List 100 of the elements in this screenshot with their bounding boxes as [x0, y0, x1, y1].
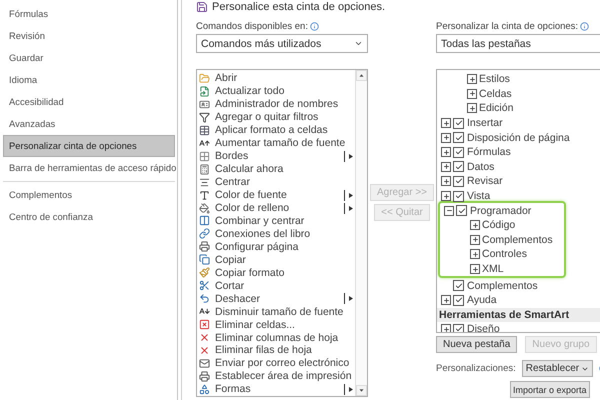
tree-item[interactable]: Datos [467, 160, 494, 173]
sidebar-item[interactable]: Accesibilidad [3, 91, 175, 113]
tree-item[interactable]: Estilos [479, 73, 510, 86]
import-export-button[interactable]: Importar o exporta [510, 381, 590, 398]
expand-icon[interactable] [441, 132, 451, 143]
sidebar-item[interactable]: Complementos [3, 184, 175, 206]
checkbox[interactable] [456, 205, 467, 216]
command-item[interactable]: Agregar o quitar filtros [215, 111, 355, 124]
sidebar-item[interactable]: Guardar [3, 47, 175, 69]
command-item[interactable]: Establecer área de impresión [215, 370, 355, 382]
command-item[interactable]: Copiar [215, 254, 355, 266]
command-item[interactable]: Combinar y centrar [215, 214, 355, 227]
command-item[interactable]: Configurar página [215, 240, 355, 253]
command-item[interactable]: Calcular ahora [215, 163, 355, 176]
tree-button[interactable]: Nueva pestaña [436, 336, 518, 353]
checkbox[interactable] [453, 118, 464, 129]
expand-icon[interactable] [467, 88, 477, 99]
expand-icon[interactable] [441, 118, 451, 128]
command-item[interactable]: Conexiones del libro [215, 228, 355, 240]
sidebar-item[interactable]: Barra de herramientas de acceso rápido [3, 157, 175, 179]
tree-item[interactable]: Revisar [467, 175, 503, 188]
expand-icon[interactable] [441, 176, 451, 186]
command-item[interactable]: Deshacer [215, 292, 339, 305]
tree-item[interactable]: Fórmulas [467, 146, 511, 158]
tree-item[interactable]: Disposición de página [467, 132, 570, 144]
caret-icon [354, 39, 363, 48]
sidebar-item[interactable]: Fórmulas [3, 3, 175, 25]
tree-item[interactable]: Complementos [482, 234, 553, 246]
checkbox[interactable] [453, 146, 464, 158]
calculator-icon [199, 164, 210, 175]
collapse-icon[interactable] [444, 206, 454, 216]
command-item[interactable]: Color de fuente [215, 189, 339, 202]
tree-item[interactable]: Vista [467, 190, 490, 202]
expand-icon[interactable] [441, 324, 451, 332]
command-item[interactable]: Disminuir tamaño de fuente [215, 306, 355, 318]
paintbrush-icon [199, 267, 210, 278]
expand-icon[interactable] [470, 249, 480, 260]
expand-icon[interactable] [467, 103, 477, 114]
command-item[interactable]: Centrar [215, 176, 355, 188]
checkbox[interactable] [453, 324, 464, 332]
command-item[interactable]: Actualizar todo [215, 85, 355, 98]
tree-item[interactable]: Celdas [479, 88, 512, 100]
sidebar-item[interactable]: Revisión [3, 25, 175, 47]
command-item[interactable]: Eliminar filas de hoja [215, 344, 355, 356]
font-grow-icon [199, 138, 210, 149]
tree-item[interactable]: Código [482, 219, 516, 232]
command-item[interactable]: Eliminar columnas de hoja [215, 332, 355, 344]
tree-item[interactable]: Insertar [467, 117, 503, 130]
expand-icon[interactable] [467, 74, 477, 84]
expand-icon[interactable] [470, 234, 480, 245]
section-title: Personalice esta cinta de opciones. [212, 0, 386, 12]
command-item[interactable]: Bordes [215, 150, 339, 162]
command-item[interactable]: Administrador de nombres [215, 98, 355, 110]
reset-button[interactable]: Restablecer [522, 360, 594, 377]
tree-item[interactable]: Edición [479, 102, 514, 114]
grid-icon [199, 150, 210, 162]
tree-item[interactable]: Programador [470, 204, 532, 217]
field-label: Personalizaciones: [436, 363, 516, 374]
tree-item[interactable]: XML [482, 263, 504, 276]
command-item[interactable]: Enviar por correo electrónico [215, 357, 355, 370]
commands-dropdown[interactable]: Comandos más utilizados [196, 34, 368, 53]
ribbon-dropdown[interactable]: Todas las pestañas [436, 34, 600, 53]
info-icon[interactable] [310, 22, 319, 30]
scrollbar[interactable] [355, 70, 367, 396]
field-label: Comandos disponibles en: [196, 20, 308, 32]
command-item[interactable]: Aumentar tamaño de fuente [215, 137, 355, 150]
command-item[interactable]: Abrir [215, 72, 355, 84]
info-icon[interactable] [580, 22, 590, 30]
filter-icon [199, 112, 210, 123]
expand-icon[interactable] [441, 295, 451, 306]
checkbox[interactable] [453, 176, 464, 187]
scissors-icon [199, 280, 210, 292]
command-item[interactable]: Cortar [215, 280, 355, 292]
sidebar-item[interactable]: Avanzadas [3, 113, 175, 135]
ribbon-save-icon [196, 0, 208, 12]
expand-icon[interactable] [470, 264, 480, 274]
tree-item[interactable]: Ayuda [467, 294, 497, 306]
sidebar-item[interactable]: Idioma [3, 69, 175, 91]
command-item[interactable]: Formas [215, 383, 339, 396]
expand-icon[interactable] [441, 162, 451, 172]
checkbox[interactable] [453, 132, 464, 144]
checkbox[interactable] [453, 161, 464, 172]
sidebar-item[interactable]: Centro de confianza [3, 206, 175, 228]
undo-icon [199, 293, 210, 304]
sidebar-item[interactable]: Personalizar cinta de opciones [3, 135, 175, 157]
command-item[interactable]: Color de relleno [215, 202, 339, 214]
scroll-up-icon[interactable] [356, 70, 367, 81]
checkbox[interactable] [453, 190, 464, 202]
merge-icon [199, 215, 210, 226]
checkbox[interactable] [453, 294, 464, 306]
tree-item[interactable]: Complementos [467, 280, 538, 292]
command-item[interactable]: Copiar formato [215, 266, 355, 279]
expand-icon[interactable] [441, 147, 451, 158]
checkbox[interactable] [453, 280, 464, 292]
expand-icon[interactable] [470, 220, 480, 230]
expand-icon[interactable] [441, 191, 451, 202]
scroll-down-icon[interactable] [356, 385, 367, 396]
tree-item[interactable]: Controles [482, 248, 527, 260]
command-item[interactable]: Aplicar formato a celdas [215, 124, 355, 136]
command-item[interactable]: Eliminar celdas... [215, 318, 355, 331]
